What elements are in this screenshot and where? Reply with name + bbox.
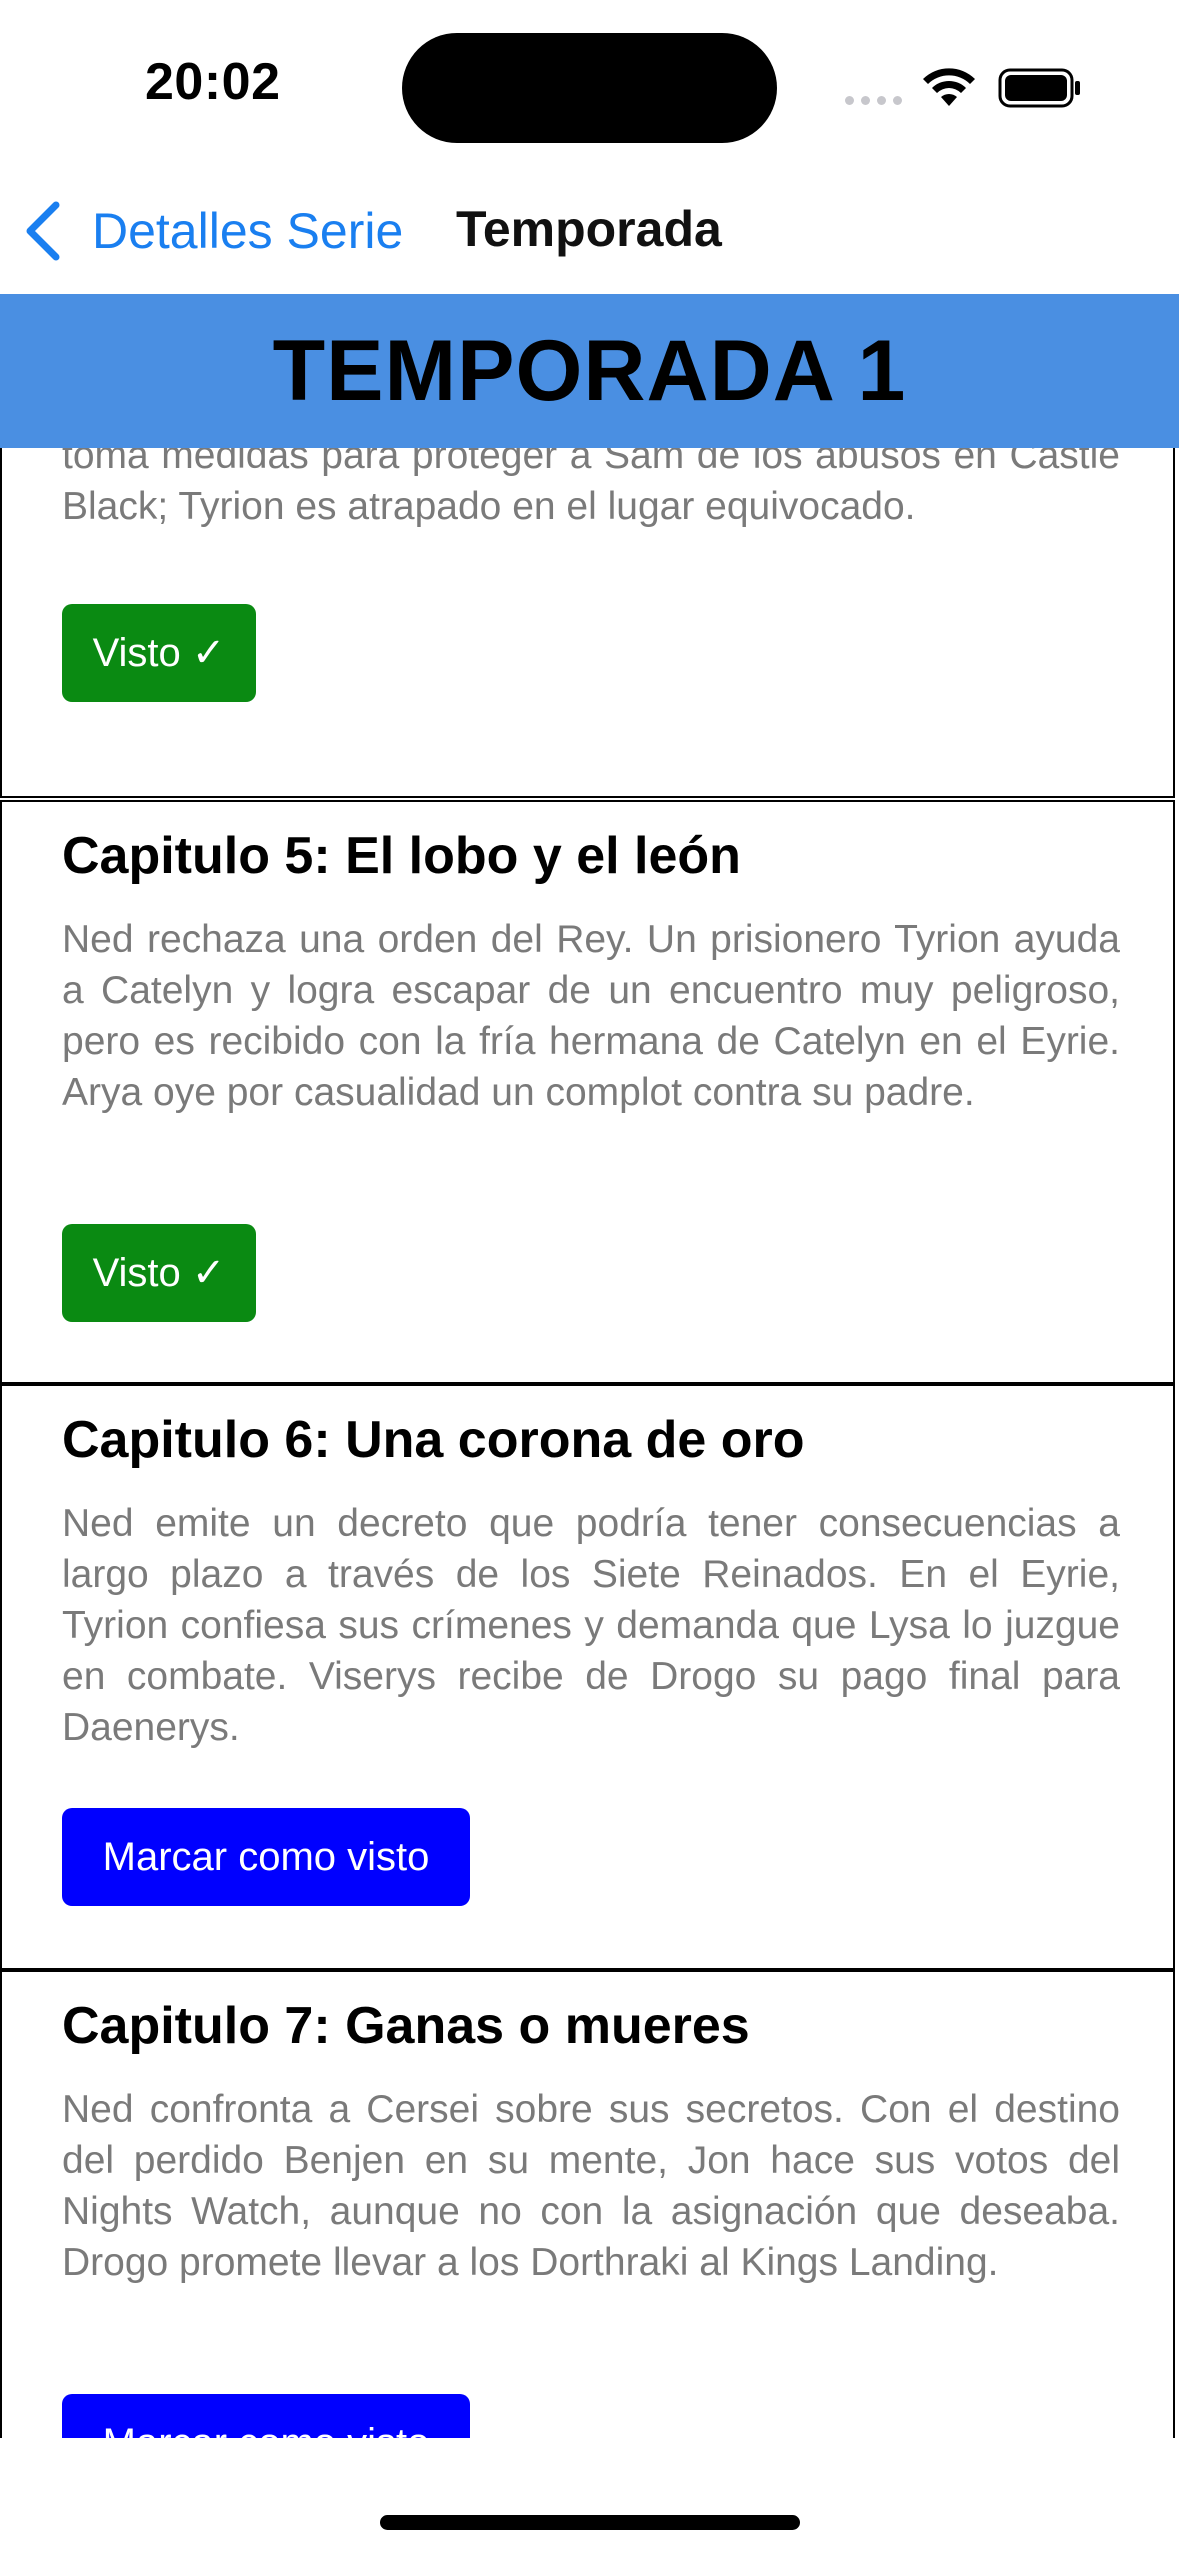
episode-description: Ned rechaza una orden del Rey. Un prisio… [62,918,1120,1114]
navigation-bar: Detalles Serie Temporada [0,170,1179,294]
mark-as-watched-button[interactable]: Marcar como visto [62,2394,470,2438]
battery-icon [998,68,1080,108]
episode-card: toma medidas para proteger a Sam de los … [0,448,1175,798]
mark-as-watched-button[interactable]: Marcar como visto [62,1808,470,1906]
dynamic-island [402,33,777,143]
nav-title: Temporada [456,201,722,257]
wifi-icon [923,68,975,106]
episode-card: Capitulo 6: Una corona de oro Ned emite … [0,1384,1175,1970]
episode-list[interactable]: toma medidas para proteger a Sam de los … [0,448,1179,2438]
status-bar: 20:02 [0,0,1179,170]
signal-dots-icon [845,96,905,106]
season-title: TEMPORADA 1 [272,322,907,419]
status-time: 20:02 [145,53,281,111]
episode-title: Capitulo 7: Ganas o mueres [62,1997,750,2055]
episode-description: Ned emite un decreto que podría tener co… [62,1502,1120,1749]
episode-title: Capitulo 5: El lobo y el león [62,827,741,885]
episode-card: Capitulo 7: Ganas o mueres Ned confronta… [0,1970,1175,2438]
chevron-left-icon [26,201,60,261]
episode-description: Ned confronta a Cersei sobre sus secreto… [62,2088,1120,2284]
season-header: TEMPORADA 1 [0,294,1179,448]
episode-title: Capitulo 6: Una corona de oro [62,1411,805,1469]
episode-card: Capitulo 5: El lobo y el león Ned rechaz… [0,800,1175,1384]
back-button-label: Detalles Serie [92,203,404,259]
watched-button[interactable]: Visto ✓ [62,604,256,702]
watched-button[interactable]: Visto ✓ [62,1224,256,1322]
back-button[interactable]: Detalles Serie [22,196,403,266]
app-screen: 20:02 Detalles Serie Temporada TEMPORADA… [0,0,1179,2556]
episode-description: toma medidas para proteger a Sam de los … [62,448,1120,528]
home-indicator[interactable] [380,2515,800,2530]
